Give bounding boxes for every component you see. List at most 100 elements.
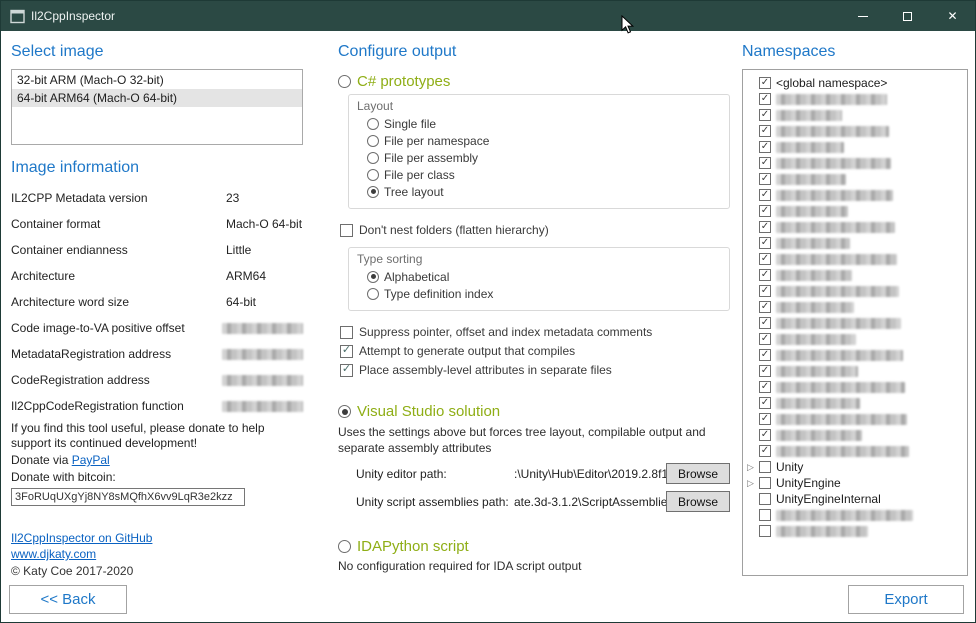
namespace-checkbox[interactable]	[759, 77, 771, 89]
namespace-checkbox[interactable]	[759, 269, 771, 281]
radio-visual-studio[interactable]	[338, 405, 351, 418]
namespace-checkbox[interactable]	[759, 93, 771, 105]
radio-option[interactable]: Tree layout	[367, 184, 721, 199]
radio-option[interactable]: File per namespace	[367, 133, 721, 148]
namespace-item[interactable]	[747, 251, 963, 267]
namespace-item[interactable]	[747, 379, 963, 395]
namespace-item[interactable]	[747, 299, 963, 315]
namespace-checkbox[interactable]	[759, 317, 771, 329]
radio-option[interactable]: File per class	[367, 167, 721, 182]
namespace-checkbox[interactable]	[759, 301, 771, 313]
list-item[interactable]: 32-bit ARM (Mach-O 32-bit)	[12, 71, 302, 89]
paypal-link[interactable]: PayPal	[72, 453, 110, 467]
namespace-checkbox[interactable]	[759, 493, 771, 505]
image-listbox[interactable]: 32-bit ARM (Mach-O 32-bit)64-bit ARM64 (…	[11, 69, 303, 145]
namespace-checkbox[interactable]	[759, 125, 771, 137]
namespace-checkbox[interactable]	[759, 141, 771, 153]
namespace-checkbox[interactable]	[759, 477, 771, 489]
radio-option[interactable]: Single file	[367, 116, 721, 131]
back-button[interactable]: << Back	[9, 585, 127, 614]
browse-button[interactable]: Browse	[666, 463, 730, 484]
browse-button[interactable]: Browse	[666, 491, 730, 512]
namespace-item[interactable]	[747, 123, 963, 139]
flatten-checkbox-icon[interactable]	[340, 224, 353, 237]
radio-icon[interactable]	[367, 135, 379, 147]
namespace-checkbox[interactable]	[759, 333, 771, 345]
radio-icon[interactable]	[367, 169, 379, 181]
namespace-item[interactable]	[747, 523, 963, 539]
namespace-item[interactable]	[747, 411, 963, 427]
radio-icon[interactable]	[367, 118, 379, 130]
namespace-item[interactable]	[747, 91, 963, 107]
export-button[interactable]: Export	[848, 585, 964, 614]
checkbox-option[interactable]: Suppress pointer, offset and index metad…	[340, 325, 730, 339]
namespace-item[interactable]: ▷Unity	[747, 459, 963, 475]
checkbox-icon[interactable]	[340, 326, 353, 339]
namespace-item[interactable]	[747, 235, 963, 251]
namespace-item[interactable]	[747, 187, 963, 203]
namespace-item[interactable]	[747, 347, 963, 363]
flatten-hierarchy-option[interactable]: Don't nest folders (flatten hierarchy)	[340, 223, 730, 237]
checkbox-icon[interactable]	[340, 364, 353, 377]
namespace-checkbox[interactable]	[759, 525, 771, 537]
namespace-item[interactable]	[747, 203, 963, 219]
namespace-checkbox[interactable]	[759, 381, 771, 393]
radio-option[interactable]: Alphabetical	[367, 269, 721, 284]
radio-option[interactable]: File per assembly	[367, 150, 721, 165]
namespace-item[interactable]	[747, 171, 963, 187]
namespace-item[interactable]	[747, 267, 963, 283]
namespace-checkbox[interactable]	[759, 445, 771, 457]
namespace-item[interactable]	[747, 395, 963, 411]
namespace-item[interactable]: <global namespace>	[747, 75, 963, 91]
csharp-prototypes-option[interactable]: C# prototypes	[338, 73, 730, 90]
checkbox-option[interactable]: Attempt to generate output that compiles	[340, 344, 730, 358]
checkbox-option[interactable]: Place assembly-level attributes in separ…	[340, 363, 730, 377]
namespace-item[interactable]: UnityEngineInternal	[747, 491, 963, 507]
namespace-checkbox[interactable]	[759, 173, 771, 185]
namespaces-tree[interactable]: <global namespace> ▷Unity▷UnityEngineUnit…	[742, 69, 968, 576]
namespace-item[interactable]	[747, 427, 963, 443]
namespace-item[interactable]	[747, 139, 963, 155]
expander-icon[interactable]: ▷	[747, 462, 759, 473]
namespace-item[interactable]	[747, 107, 963, 123]
namespace-item[interactable]: ▷UnityEngine	[747, 475, 963, 491]
radio-option[interactable]: Type definition index	[367, 286, 721, 301]
namespace-checkbox[interactable]	[759, 221, 771, 233]
namespace-item[interactable]	[747, 507, 963, 523]
namespace-checkbox[interactable]	[759, 397, 771, 409]
minimize-button[interactable]	[840, 1, 885, 31]
namespace-checkbox[interactable]	[759, 413, 771, 425]
radio-icon[interactable]	[367, 186, 379, 198]
radio-icon[interactable]	[367, 271, 379, 283]
namespace-checkbox[interactable]	[759, 157, 771, 169]
namespace-item[interactable]	[747, 315, 963, 331]
close-button[interactable]: ✕	[930, 1, 975, 31]
namespace-item[interactable]	[747, 331, 963, 347]
radio-icon[interactable]	[367, 152, 379, 164]
namespace-checkbox[interactable]	[759, 189, 771, 201]
namespace-checkbox[interactable]	[759, 205, 771, 217]
idapython-option[interactable]: IDAPython script	[338, 538, 730, 555]
namespace-item[interactable]	[747, 443, 963, 459]
namespace-checkbox[interactable]	[759, 349, 771, 361]
namespace-checkbox[interactable]	[759, 429, 771, 441]
namespace-checkbox[interactable]	[759, 365, 771, 377]
namespace-item[interactable]	[747, 283, 963, 299]
namespace-checkbox[interactable]	[759, 461, 771, 473]
namespace-checkbox[interactable]	[759, 285, 771, 297]
maximize-button[interactable]	[885, 1, 930, 31]
namespace-checkbox[interactable]	[759, 509, 771, 521]
visual-studio-option[interactable]: Visual Studio solution	[338, 403, 730, 420]
namespace-item[interactable]	[747, 219, 963, 235]
namespace-checkbox[interactable]	[759, 253, 771, 265]
namespace-checkbox[interactable]	[759, 109, 771, 121]
namespace-item[interactable]	[747, 363, 963, 379]
checkbox-icon[interactable]	[340, 345, 353, 358]
radio-csharp-prototypes[interactable]	[338, 75, 351, 88]
namespace-checkbox[interactable]	[759, 237, 771, 249]
radio-icon[interactable]	[367, 288, 379, 300]
list-item[interactable]: 64-bit ARM64 (Mach-O 64-bit)	[12, 89, 302, 107]
bitcoin-address-input[interactable]	[11, 488, 245, 506]
website-link[interactable]: www.djkaty.com	[11, 547, 96, 561]
expander-icon[interactable]: ▷	[747, 478, 759, 489]
